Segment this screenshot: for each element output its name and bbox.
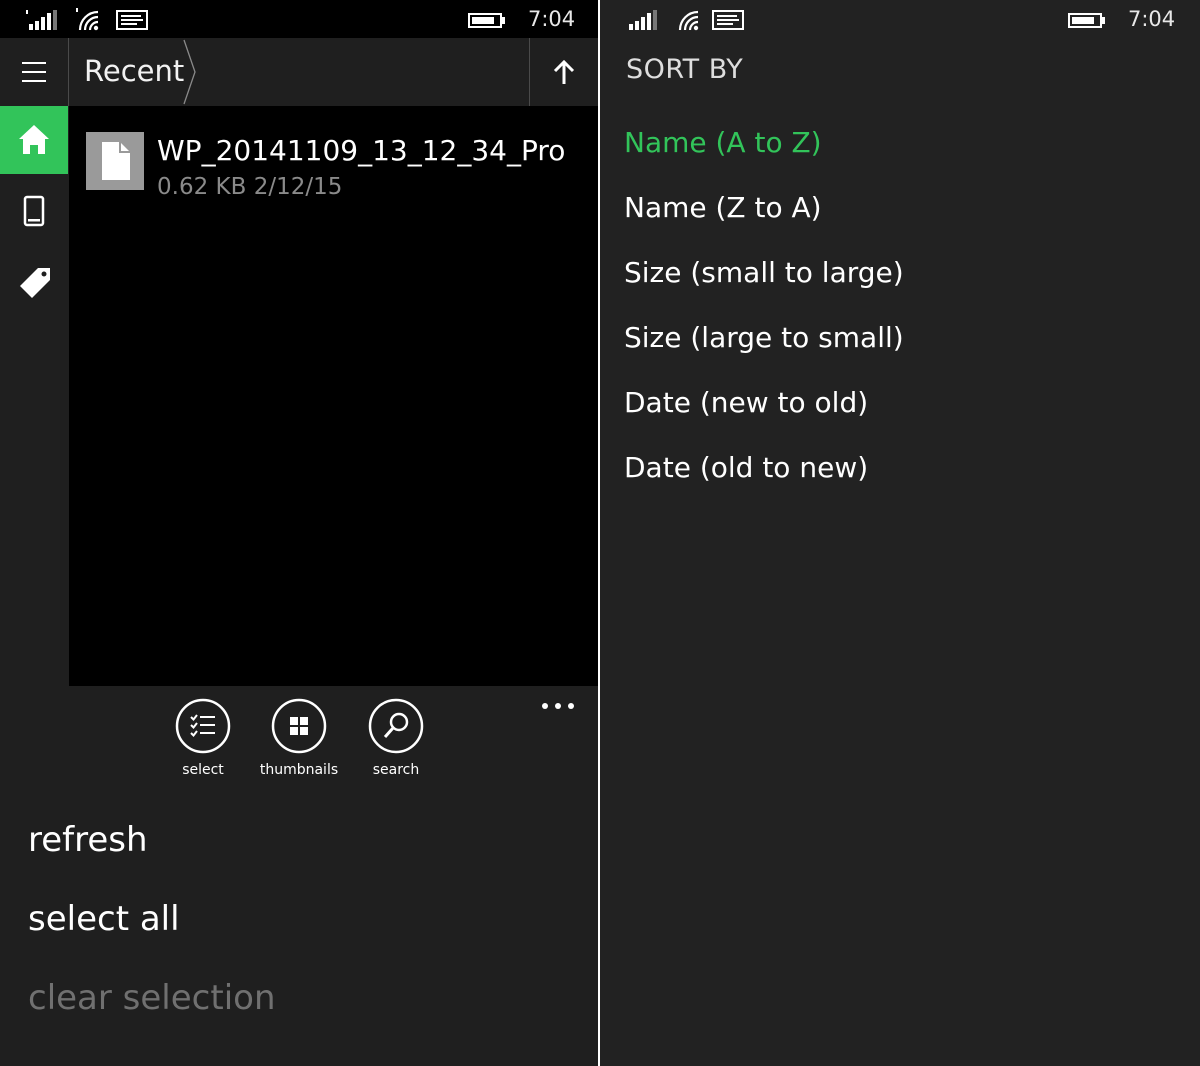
signal-strength-icon — [26, 10, 57, 30]
navigation-rail — [0, 106, 68, 686]
sort-option-name-asc[interactable]: Name (A to Z) — [624, 126, 822, 159]
file-list-item[interactable]: WP_20141109_13_12_34_Pro 0.62 KB 2/12/15 — [69, 128, 598, 200]
document-icon — [102, 142, 130, 180]
sort-option-date-new-old[interactable]: Date (new to old) — [624, 386, 868, 419]
status-time: 7:04 — [1128, 7, 1176, 31]
nav-home-button[interactable] — [0, 106, 68, 174]
checklist-icon — [175, 698, 231, 754]
wifi-icon — [678, 10, 699, 31]
search-button[interactable]: search — [346, 698, 446, 788]
file-name: WP_20141109_13_12_34_Pro — [157, 134, 566, 167]
thumbnails-button-label: thumbnails — [259, 762, 339, 778]
header-bar: Recent — [0, 38, 598, 106]
menu-item-refresh[interactable]: refresh — [28, 820, 148, 860]
sort-option-date-old-new[interactable]: Date (old to new) — [624, 451, 868, 484]
status-bar: 7:04 — [600, 0, 1200, 38]
menu-item-clear-selection: clear selection — [28, 978, 276, 1018]
battery-icon — [1068, 13, 1105, 28]
status-bar: 7:04 — [0, 0, 598, 38]
status-time: 7:04 — [528, 7, 576, 31]
tag-icon — [20, 268, 50, 298]
message-notification-icon — [116, 10, 148, 30]
hamburger-menu-button[interactable] — [0, 38, 68, 106]
sort-option-name-desc[interactable]: Name (Z to A) — [624, 191, 822, 224]
navigate-up-button[interactable] — [530, 38, 598, 106]
file-list: WP_20141109_13_12_34_Pro 0.62 KB 2/12/15 — [69, 106, 598, 686]
more-options-button[interactable] — [536, 694, 580, 718]
grid-icon — [271, 698, 327, 754]
message-notification-icon — [712, 10, 744, 30]
search-button-label: search — [372, 762, 420, 778]
wifi-icon — [76, 8, 99, 31]
file-meta: 0.62 KB 2/12/15 — [157, 174, 342, 200]
header-divider — [68, 38, 69, 106]
search-icon — [368, 698, 424, 754]
arrow-up-icon — [553, 59, 575, 84]
nav-device-button[interactable] — [0, 176, 68, 244]
file-date: 2/12/15 — [253, 174, 343, 200]
select-button[interactable]: select — [153, 698, 253, 788]
sort-option-size-desc[interactable]: Size (large to small) — [624, 321, 904, 354]
signal-strength-icon — [629, 10, 657, 30]
page-title: SORT BY — [626, 54, 744, 85]
file-browser-screen: 7:04 Recent WP_20141109_13_12_34_Pro 0.6… — [0, 0, 598, 1066]
phone-icon — [23, 195, 45, 227]
home-icon — [19, 125, 49, 154]
breadcrumb-chevron-icon — [183, 39, 196, 105]
select-button-label: select — [182, 762, 224, 778]
sort-by-screen: 7:04 SORT BY Name (A to Z) Name (Z to A)… — [600, 0, 1200, 1066]
breadcrumb-current[interactable]: Recent — [84, 54, 184, 88]
battery-icon — [468, 13, 505, 28]
file-size: 0.62 KB — [157, 174, 247, 200]
sort-option-size-asc[interactable]: Size (small to large) — [624, 256, 904, 289]
app-bar: select thumbnails search refresh select … — [0, 686, 598, 1066]
file-thumbnail — [86, 132, 144, 190]
thumbnails-button[interactable]: thumbnails — [249, 698, 349, 788]
menu-item-select-all[interactable]: select all — [28, 899, 180, 939]
nav-tags-button[interactable] — [0, 246, 68, 314]
